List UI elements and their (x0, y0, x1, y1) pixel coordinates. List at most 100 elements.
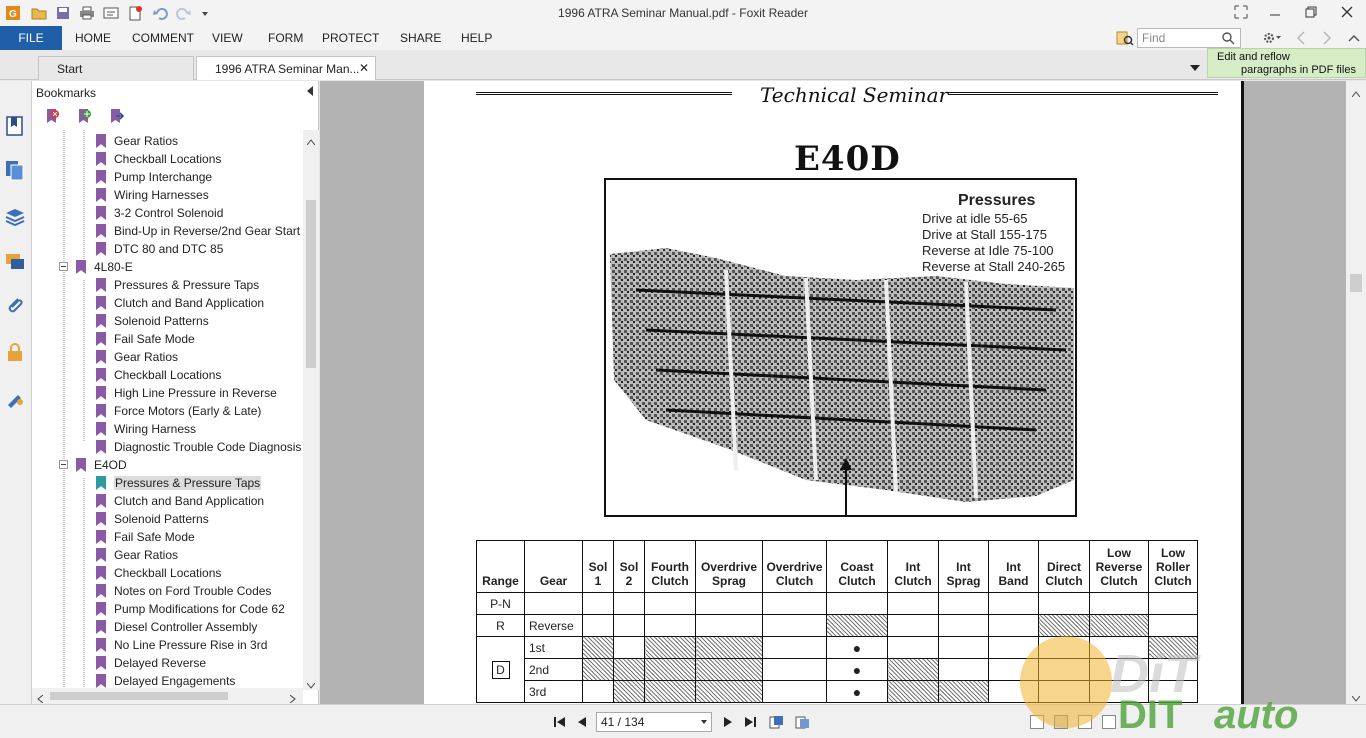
close-window-icon[interactable] (1334, 2, 1360, 22)
collapse-toggle-icon[interactable] (59, 460, 68, 469)
application-cell (887, 680, 939, 703)
menu-protect[interactable]: PROTECT (322, 31, 379, 45)
header-text: Overdrive (700, 560, 758, 574)
menu-share[interactable]: SHARE (400, 31, 441, 45)
header-rule-left (476, 92, 732, 95)
continuous-facing-view-icon[interactable] (1102, 715, 1116, 729)
document-vertical-scrollbar[interactable] (1346, 81, 1366, 704)
title-bar: G 1996 ATRA Seminar Manual.pdf - Foxit R… (0, 0, 1366, 26)
collapse-toggle-icon[interactable] (59, 262, 68, 271)
application-cell (762, 680, 827, 703)
doc-scroll-down-icon[interactable] (1351, 691, 1361, 705)
minimize-icon[interactable] (1262, 2, 1288, 22)
previous-page-icon[interactable] (574, 714, 590, 730)
facing-view-icon[interactable] (1078, 715, 1092, 729)
single-page-view-icon[interactable] (1030, 715, 1044, 729)
fullscreen-icon[interactable] (1228, 2, 1254, 22)
bookmarks-vertical-scrollbar[interactable] (303, 130, 319, 690)
application-cell (613, 592, 645, 615)
application-cell (938, 680, 989, 703)
collapse-ribbon-icon[interactable] (1348, 32, 1360, 46)
security-lock-icon[interactable] (4, 341, 26, 363)
application-cell (695, 658, 763, 681)
document-viewport[interactable]: Technical Seminar E40D Pressures Drive a… (320, 81, 1346, 704)
application-cell (1148, 636, 1198, 659)
table-header-cell: Int Band (988, 540, 1039, 593)
first-page-icon[interactable] (552, 714, 568, 730)
search-icon[interactable] (1221, 31, 1235, 48)
application-cell (762, 658, 827, 681)
bookmark-label: Delayed Reverse (114, 656, 207, 670)
continuous-view-icon[interactable] (1054, 715, 1068, 729)
next-page-icon[interactable] (720, 714, 736, 730)
menu-help[interactable]: HELP (461, 31, 492, 45)
add-bookmark-icon[interactable] (76, 108, 92, 124)
bookmark-label: Fail Safe Mode (114, 530, 195, 544)
table-row: P-N (476, 592, 1198, 615)
header-text: Clutch (1154, 574, 1192, 588)
navigation-rail (0, 81, 32, 704)
page-dropdown-icon[interactable] (701, 720, 707, 724)
bookmarks-panel: Bookmarks Gear Ratios Checkball Locations… (32, 81, 319, 704)
scroll-up-icon[interactable] (306, 134, 316, 148)
header-text: Int (1006, 560, 1021, 574)
last-page-icon[interactable] (742, 714, 758, 730)
header-text: Clutch (838, 574, 876, 588)
tab-start[interactable]: Start (38, 56, 194, 80)
header-text: Direct (1046, 560, 1081, 574)
previous-result-icon[interactable] (1296, 30, 1306, 49)
settings-gear-icon[interactable] (1262, 30, 1282, 49)
doc-scroll-up-icon[interactable] (1351, 86, 1361, 100)
pressure-line: Reverse at Stall 240-265 (922, 259, 1066, 274)
menu-comment[interactable]: COMMENT (132, 31, 194, 45)
signatures-panel-icon[interactable] (4, 387, 26, 409)
menu-form[interactable]: FORM (268, 31, 303, 45)
bookmarks-panel-icon[interactable] (4, 115, 26, 137)
document-scroll-thumb[interactable] (1350, 274, 1362, 292)
menu-view[interactable]: VIEW (212, 31, 243, 45)
promo-tooltip[interactable]: Edit and reflow paragraphs in PDF files (1207, 48, 1366, 78)
bookmark-label: Pressures & Pressure Taps (114, 476, 262, 490)
table-header-cell: Overdrive Sprag (695, 540, 763, 593)
bookmarks-hscroll-thumb[interactable] (50, 692, 228, 700)
table-header-cell: Low Reverse Clutch (1089, 540, 1149, 593)
bookmarks-scroll-thumb[interactable] (306, 200, 316, 368)
attachments-panel-icon[interactable] (4, 295, 26, 317)
application-cell (1038, 658, 1090, 681)
tab-list-dropdown-icon[interactable] (1190, 61, 1200, 75)
delete-bookmark-icon[interactable] (44, 108, 60, 124)
next-view-icon[interactable] (794, 714, 810, 730)
page-number-input[interactable]: 41 / 134 (596, 712, 712, 732)
search-options-icon[interactable] (1116, 30, 1134, 49)
application-cell (695, 592, 763, 615)
application-cell (938, 636, 989, 659)
layers-panel-icon[interactable] (4, 205, 26, 227)
file-menu-tab[interactable]: FILE (0, 26, 62, 50)
restore-icon[interactable] (1298, 2, 1324, 22)
gear-cell: 2nd (524, 658, 583, 681)
application-cell (887, 658, 939, 681)
range-cell: D (476, 636, 525, 703)
application-cell (582, 658, 614, 681)
header-text: Reverse (1095, 560, 1143, 574)
tooltip-line-1: Edit and reflow (1217, 51, 1290, 63)
pages-panel-icon[interactable] (4, 159, 26, 181)
close-tab-icon[interactable]: ✕ (359, 61, 369, 75)
application-cell (695, 614, 763, 637)
foxit-reader-window: G 1996 ATRA Seminar Manual.pdf - Foxit R… (0, 0, 1366, 738)
previous-view-icon[interactable] (768, 714, 784, 730)
next-result-icon[interactable] (1322, 30, 1332, 49)
clutch-application-table: Range Gear Sol 1 Sol 2 Fourth Clutch Overdrive Sp… (476, 540, 1198, 703)
tab-document[interactable]: 1996 ATRA Seminar Man... ✕ (196, 56, 376, 80)
tab-start-label: Start (57, 62, 83, 76)
collapse-panel-icon[interactable] (307, 86, 313, 96)
application-cell (1089, 680, 1149, 703)
scroll-down-icon[interactable] (306, 678, 316, 692)
bookmarks-horizontal-scrollbar[interactable] (32, 688, 303, 704)
header-text: Clutch (1045, 574, 1083, 588)
comments-panel-icon[interactable] (4, 251, 26, 273)
expand-bookmark-icon[interactable] (108, 108, 125, 124)
header-text: Clutch (1100, 574, 1138, 588)
table-header-cell: Range (476, 540, 525, 593)
menu-home[interactable]: HOME (75, 31, 111, 45)
